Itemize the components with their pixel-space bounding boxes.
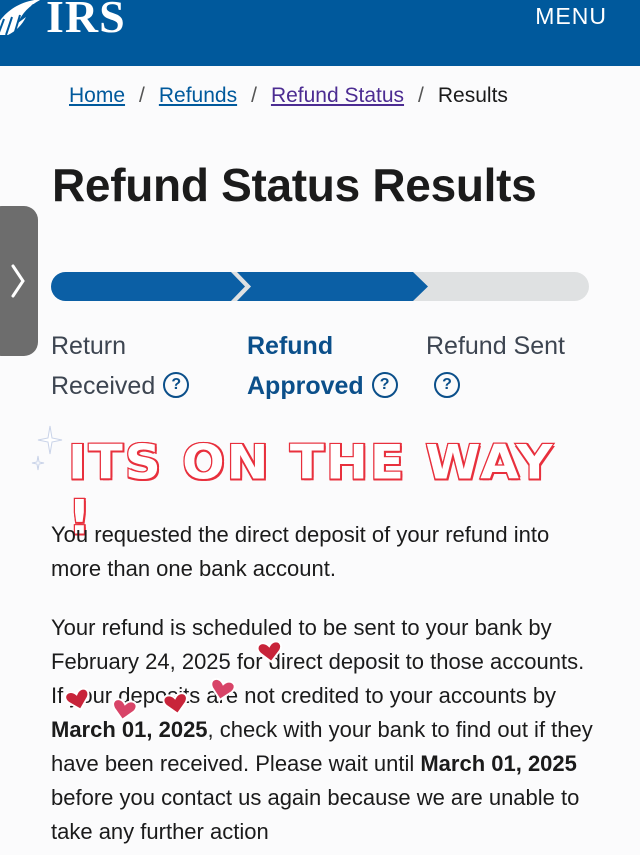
breadcrumb: Home / Refunds / Refund Status / Results [69, 84, 508, 108]
breadcrumb-refund-status-link[interactable]: Refund Status [271, 84, 404, 108]
question-circle-icon[interactable]: ? [371, 372, 398, 399]
credit-deadline-date: March 01, 2025 [51, 717, 208, 742]
step-refund-approved: Refund Approved? [247, 326, 398, 406]
contact-wait-date: March 01, 2025 [420, 751, 577, 776]
step-label-line2: Approved [247, 372, 364, 400]
irs-logo[interactable]: IRS [0, 0, 126, 40]
breadcrumb-home-link[interactable]: Home [69, 84, 125, 108]
schedule-text-part1: Your refund is scheduled to be sent to y… [51, 615, 585, 708]
question-circle-icon[interactable]: ? [434, 372, 460, 399]
step-return-received: Return Received? [51, 326, 190, 406]
deposit-info-text: You requested the direct deposit of your… [51, 522, 550, 581]
side-panel-toggle[interactable] [0, 206, 38, 356]
logo-text: IRS [46, 0, 126, 42]
breadcrumb-refunds-link[interactable]: Refunds [159, 84, 237, 108]
menu-button[interactable]: MENU [535, 3, 607, 30]
step-label-line1: Refund [247, 332, 334, 360]
progress-steps: Return Received? Refund Approved? Refund… [51, 326, 611, 406]
step-label-line1: Refund Sent [426, 332, 565, 360]
eagle-logo-icon [0, 0, 41, 36]
chevron-right-icon [11, 264, 25, 298]
breadcrumb-separator: / [139, 84, 145, 107]
breadcrumb-separator: / [418, 84, 424, 107]
progress-segment-received [51, 272, 245, 301]
breadcrumb-separator: / [251, 84, 257, 107]
schedule-text-part3: before you contact us again because we a… [51, 785, 580, 844]
step-refund-sent: Refund Sent ? [426, 326, 565, 406]
page-title: Refund Status Results [52, 159, 537, 211]
breadcrumb-current: Results [437, 84, 508, 107]
question-circle-icon[interactable]: ? [163, 372, 190, 399]
step-label-line2: Received [51, 372, 156, 400]
step-label-line1: Return [51, 332, 127, 360]
progress-tracker [51, 272, 589, 301]
site-header: IRS MENU [0, 0, 640, 66]
refund-schedule-text: Your refund is scheduled to be sent to y… [51, 611, 601, 849]
progress-segment-approved [237, 272, 428, 301]
sparkle-icon [31, 425, 63, 471]
